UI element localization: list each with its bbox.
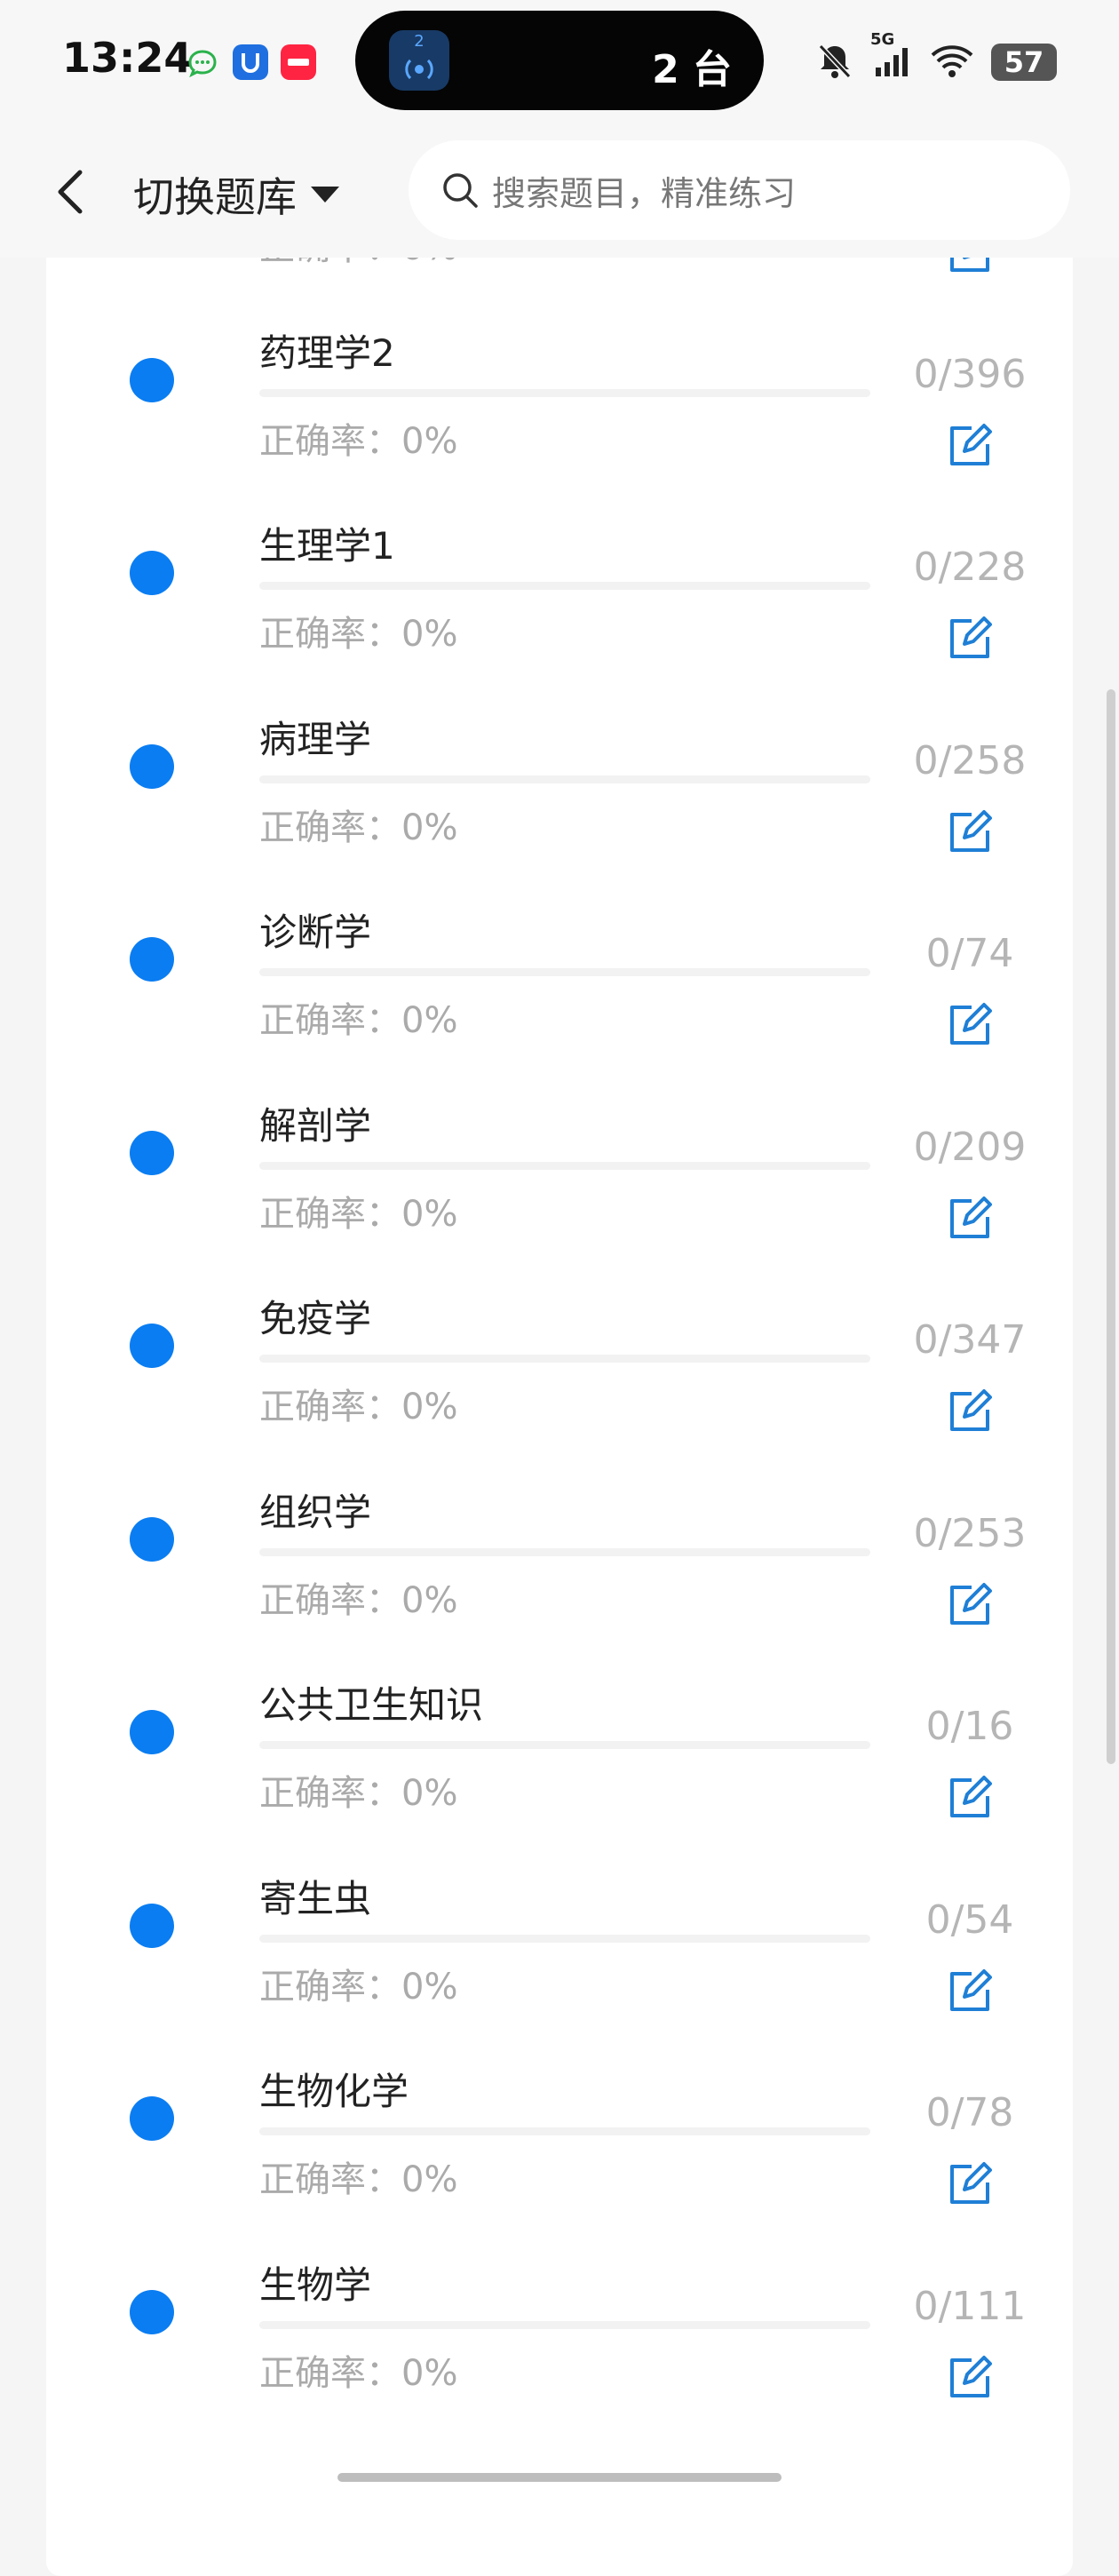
- subject-title: 公共卫生知识: [259, 1683, 484, 1727]
- accuracy-text: 正确率：0%: [259, 420, 458, 462]
- progress-count: 0/74: [925, 931, 1014, 976]
- list-item[interactable]: 组织学正确率：0% 0/253: [46, 1426, 1073, 1625]
- edit-icon[interactable]: [945, 2353, 995, 2403]
- home-indicator[interactable]: [337, 2473, 782, 2482]
- progress-bar: [259, 1934, 870, 1943]
- progress-bar: [259, 1161, 870, 1170]
- search-input[interactable]: 搜索题目，精准练习: [409, 140, 1070, 240]
- progress-bar: [259, 1741, 870, 1749]
- status-dot: [130, 357, 174, 402]
- subject-title: 生理学1: [259, 524, 395, 568]
- subject-title: 生物学: [259, 2262, 372, 2307]
- back-button[interactable]: [43, 156, 105, 227]
- subject-title: 解剖学: [259, 1103, 372, 1148]
- scrollbar[interactable]: [1107, 689, 1115, 1764]
- subject-title: 病理学: [259, 717, 372, 761]
- status-dot: [130, 1903, 174, 1948]
- progress-count: 0/111: [913, 2283, 1027, 2329]
- progress-count: 0/54: [925, 1896, 1014, 1943]
- list-item[interactable]: 免疫学正确率：0% 0/347: [46, 1232, 1073, 1431]
- subject-list-card: 正确率：0%0/178药理学2正确率：0%0/396生理学1正确率：0%0/22…: [46, 158, 1073, 2576]
- list-item[interactable]: 生理学1 正确率：0% 0/228: [46, 459, 1073, 658]
- progress-count: 0/16: [925, 1704, 1014, 1749]
- progress-bar: [259, 775, 870, 783]
- top-header: 切换题库 搜索题目，精准练习: [0, 124, 1119, 258]
- status-dot: [130, 1710, 174, 1754]
- network-type-label: 5G: [870, 30, 895, 49]
- accuracy-text: 正确率：0%: [259, 807, 458, 848]
- search-icon: [443, 173, 478, 208]
- status-dot: [130, 2096, 174, 2141]
- list-item[interactable]: 寄生虫正确率：0% 0/54: [46, 1812, 1073, 2011]
- status-dot: [130, 1324, 174, 1368]
- status-dot: [130, 1516, 174, 1562]
- switch-question-bank-label: 切换题库: [133, 173, 297, 221]
- subject-title: 诊断学: [259, 910, 372, 954]
- progress-count: 0/253: [913, 1510, 1027, 1556]
- list-item[interactable]: 公共卫生知识 正确率：0% 0/16: [46, 1618, 1073, 1817]
- status-dot: [130, 551, 174, 595]
- accuracy-text: 正确率：0%: [259, 1773, 458, 1814]
- subject-title: 生物化学: [259, 2070, 409, 2113]
- status-dot: [130, 2289, 174, 2334]
- progress-count: 0/396: [913, 351, 1027, 397]
- status-dot: [130, 937, 174, 982]
- progress-bar: [259, 968, 870, 976]
- status-dot: [130, 1130, 174, 1175]
- subject-title: 组织学: [259, 1490, 372, 1534]
- list-item[interactable]: 药理学2 正确率：0% 0/396: [46, 266, 1073, 465]
- caret-down-icon: [311, 187, 339, 203]
- progress-bar: [259, 582, 870, 590]
- accuracy-text: 正确率：0%: [259, 1579, 458, 1621]
- list-item[interactable]: 诊断学正确率：0% 0/74: [46, 846, 1073, 1045]
- accuracy-text: 正确率：0%: [259, 2352, 458, 2394]
- progress-count: 0/78: [925, 2090, 1014, 2135]
- list-item[interactable]: 病理学正确率：0% 0/258: [46, 653, 1073, 852]
- list-item[interactable]: 生物学正确率：0% 0/111: [46, 2198, 1073, 2397]
- search-placeholder: 搜索题目，精准练习: [492, 173, 797, 213]
- island-badge-count: 2: [414, 32, 425, 51]
- accuracy-text: 正确率：0%: [259, 1000, 458, 1041]
- subject-title: 寄生虫: [259, 1876, 372, 1920]
- progress-bar: [259, 1547, 870, 1556]
- progress-bar: [259, 1355, 870, 1363]
- progress-count: 0/347: [913, 1317, 1027, 1363]
- progress-count: 0/228: [913, 545, 1027, 590]
- subject-title: 免疫学: [259, 1297, 372, 1340]
- accuracy-text: 正确率：0%: [259, 1193, 458, 1235]
- accuracy-text: 正确率：0%: [259, 1387, 458, 1427]
- progress-bar: [259, 388, 870, 397]
- progress-count: 0/209: [913, 1124, 1027, 1170]
- accuracy-text: 正确率：0%: [259, 614, 458, 655]
- accuracy-text: 正确率：0%: [259, 2159, 458, 2200]
- progress-bar: [259, 2320, 870, 2329]
- subject-title: 药理学2: [259, 330, 395, 375]
- progress-count: 0/258: [913, 737, 1027, 783]
- list-item[interactable]: 生物化学正确率：0% 0/78: [46, 2005, 1073, 2204]
- list-item[interactable]: 解剖学正确率：0% 0/209: [46, 1039, 1073, 1238]
- switch-question-bank-button[interactable]: 切换题库: [133, 163, 339, 226]
- chevron-left-icon: [58, 170, 83, 214]
- progress-bar: [259, 2127, 870, 2135]
- status-dot: [130, 743, 174, 789]
- accuracy-text: 正确率：0%: [259, 1966, 458, 2008]
